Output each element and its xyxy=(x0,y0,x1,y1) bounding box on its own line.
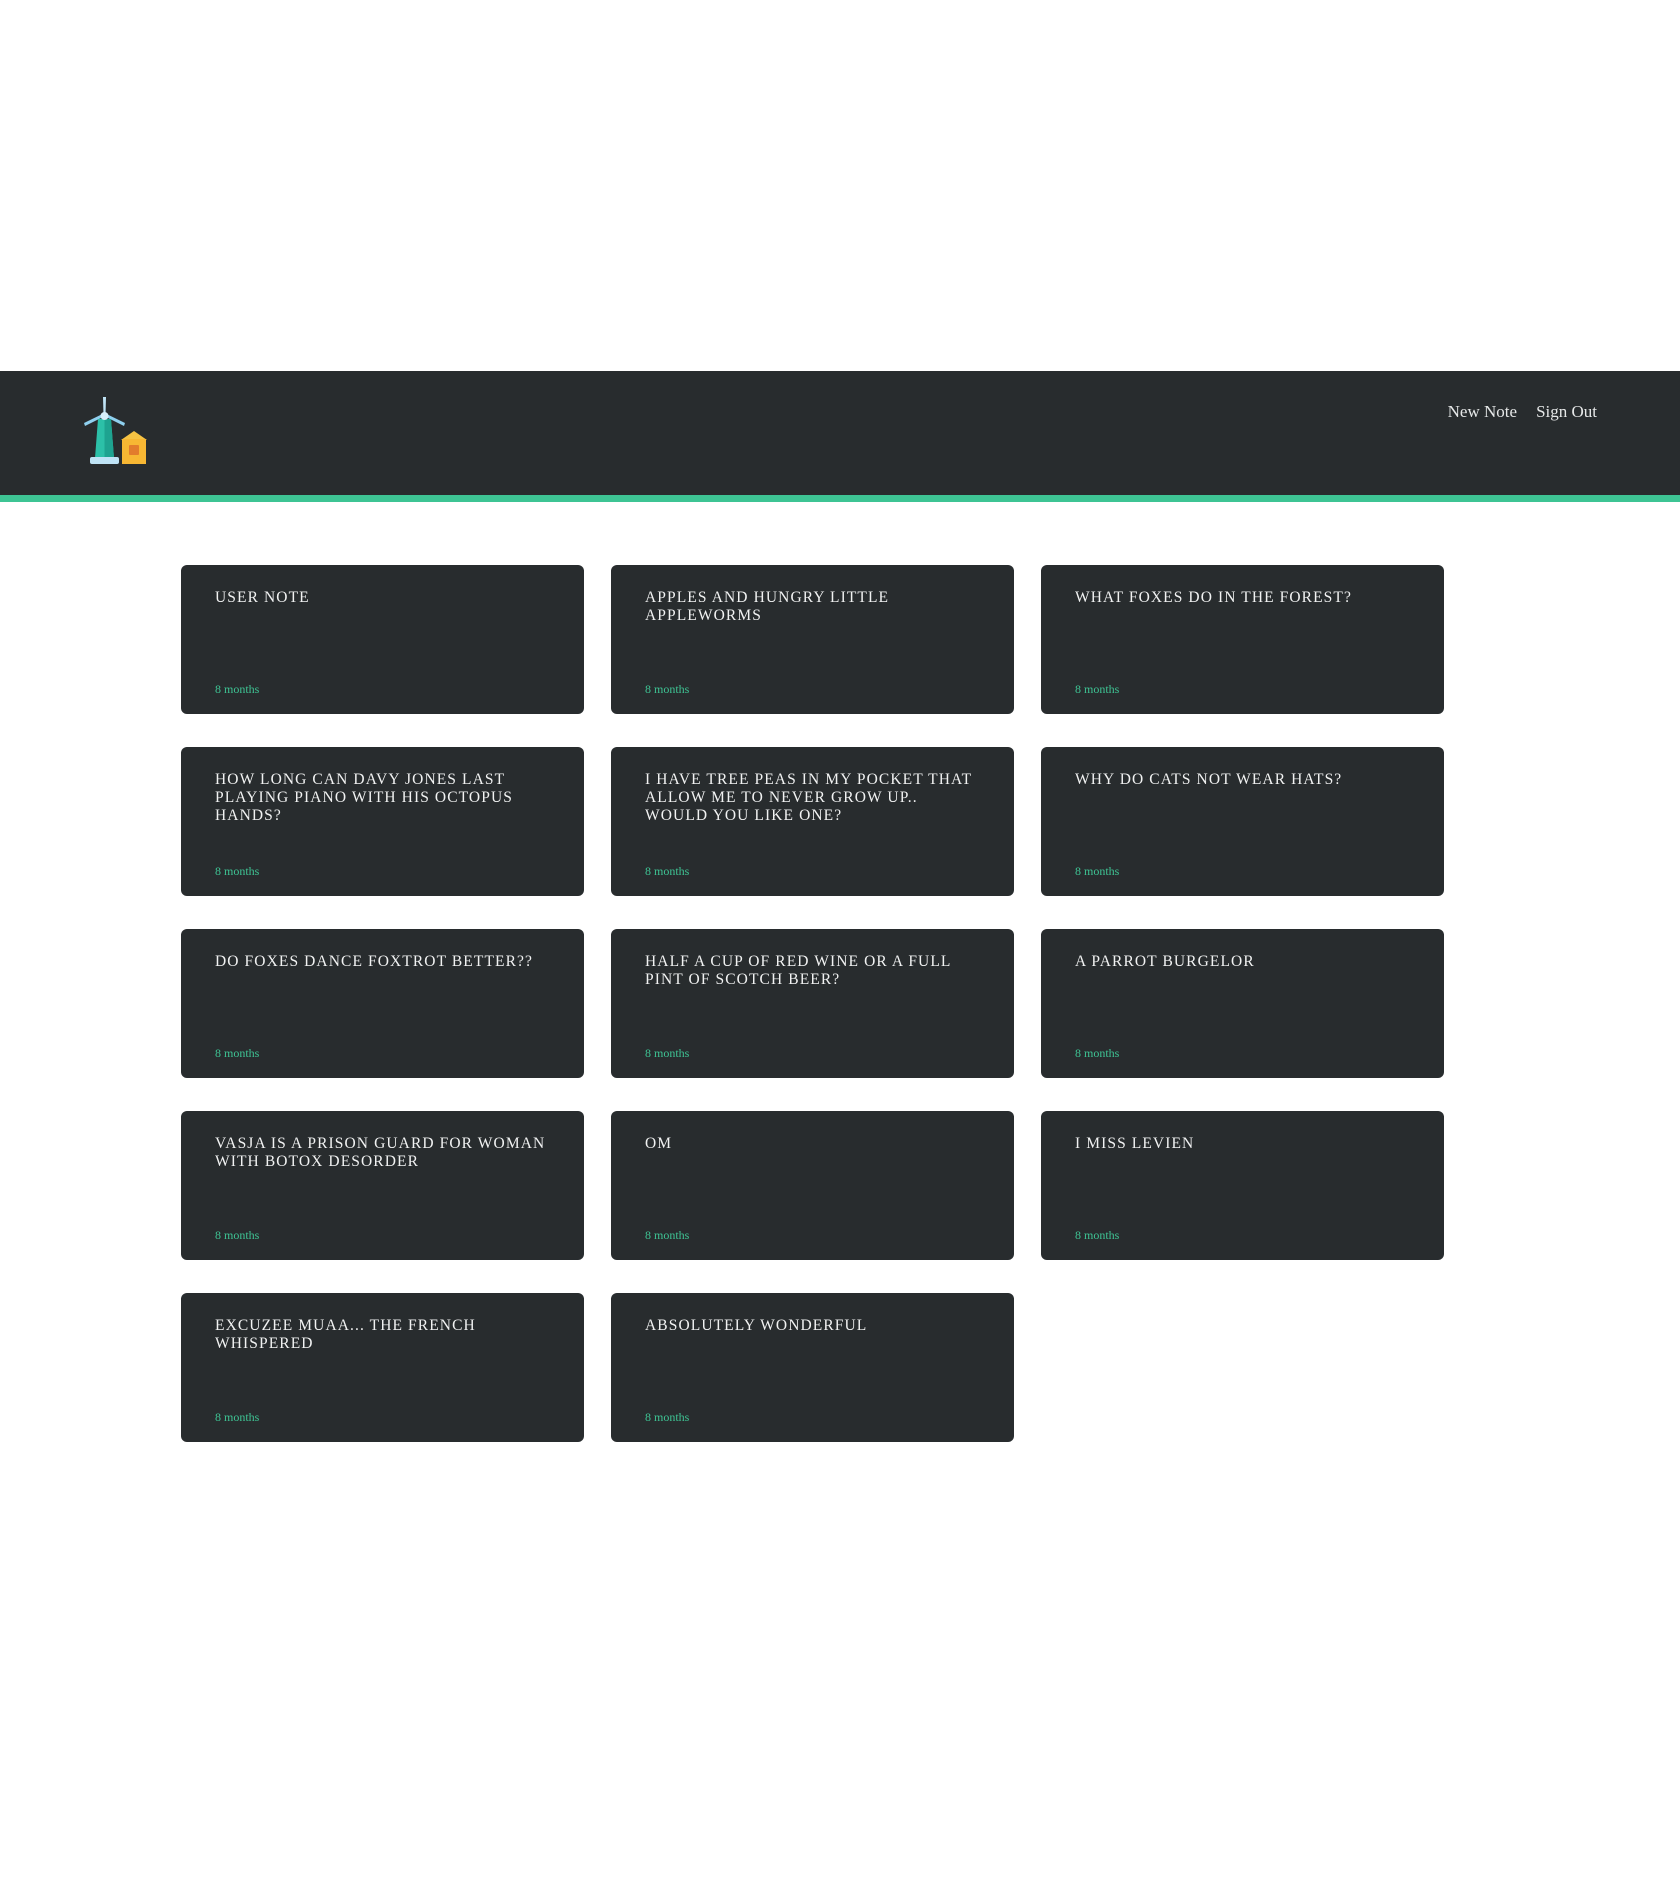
note-timestamp: 8 months xyxy=(1075,682,1120,696)
new-note-link[interactable]: New Note xyxy=(1448,402,1517,422)
note-card[interactable]: WHY DO CATS NOT WEAR HATS? 8 months xyxy=(1041,747,1444,896)
note-title: DO FOXES DANCE FOXTROT BETTER?? xyxy=(215,953,533,970)
note-card[interactable]: ABSOLUTELY WONDERFUL 8 months xyxy=(611,1293,1014,1442)
top-navbar: New Note Sign Out xyxy=(0,371,1680,502)
note-timestamp: 8 months xyxy=(215,1228,260,1242)
note-timestamp: 8 months xyxy=(1075,1228,1120,1242)
note-timestamp: 8 months xyxy=(645,1046,690,1060)
note-title: WHAT FOXES DO IN THE FOREST? xyxy=(1075,589,1352,606)
note-card[interactable]: USER NOTE 8 months xyxy=(181,565,584,714)
note-title: A PARROT BURGELOR xyxy=(1075,953,1255,970)
note-timestamp: 8 months xyxy=(215,1046,260,1060)
note-card[interactable]: EXCUZEE MUAA... THE FRENCH WHISPERED 8 m… xyxy=(181,1293,584,1442)
note-timestamp: 8 months xyxy=(1075,1046,1120,1060)
note-title: OM xyxy=(645,1135,673,1152)
note-card[interactable]: HALF A CUP OF RED WINE OR A FULL PINT OF… xyxy=(611,929,1014,1078)
note-card[interactable]: APPLES AND HUNGRY LITTLE APPLEWORMS 8 mo… xyxy=(611,565,1014,714)
note-title: I MISS LEVIEN xyxy=(1075,1135,1195,1152)
note-timestamp: 8 months xyxy=(645,864,690,878)
note-card[interactable]: WHAT FOXES DO IN THE FOREST? 8 months xyxy=(1041,565,1444,714)
note-timestamp: 8 months xyxy=(645,682,690,696)
note-timestamp: 8 months xyxy=(645,1228,690,1242)
header-nav: New Note Sign Out xyxy=(1448,402,1597,422)
note-card[interactable]: A PARROT BURGELOR 8 months xyxy=(1041,929,1444,1078)
note-card[interactable]: VASJA IS A PRISON GUARD FOR WOMAN WITH B… xyxy=(181,1111,584,1260)
note-timestamp: 8 months xyxy=(215,1410,260,1424)
windmill-house-icon[interactable] xyxy=(81,397,151,467)
note-timestamp: 8 months xyxy=(215,864,260,878)
note-title: APPLES AND HUNGRY LITTLE APPLEWORMS xyxy=(645,589,890,624)
note-title: EXCUZEE MUAA... THE FRENCH WHISPERED xyxy=(215,1317,476,1352)
note-card[interactable]: DO FOXES DANCE FOXTROT BETTER?? 8 months xyxy=(181,929,584,1078)
note-card[interactable]: I MISS LEVIEN 8 months xyxy=(1041,1111,1444,1260)
note-title: VASJA IS A PRISON GUARD FOR WOMAN WITH B… xyxy=(215,1135,546,1170)
note-timestamp: 8 months xyxy=(645,1410,690,1424)
page: New Note Sign Out USER NOTE 8 months APP… xyxy=(0,0,1680,1887)
note-card[interactable]: HOW LONG CAN DAVY JONES LAST PLAYING PIA… xyxy=(181,747,584,896)
note-title: USER NOTE xyxy=(215,589,310,606)
notes-grid: USER NOTE 8 months APPLES AND HUNGRY LIT… xyxy=(181,565,1445,1442)
note-timestamp: 8 months xyxy=(215,682,260,696)
note-timestamp: 8 months xyxy=(1075,864,1120,878)
note-card[interactable]: I HAVE TREE PEAS IN MY POCKET THAT ALLOW… xyxy=(611,747,1014,896)
note-title: I HAVE TREE PEAS IN MY POCKET THAT ALLOW… xyxy=(645,771,972,824)
note-title: HOW LONG CAN DAVY JONES LAST PLAYING PIA… xyxy=(215,771,513,824)
note-title: ABSOLUTELY WONDERFUL xyxy=(645,1317,868,1334)
note-card[interactable]: OM 8 months xyxy=(611,1111,1014,1260)
sign-out-link[interactable]: Sign Out xyxy=(1536,402,1597,422)
note-title: HALF A CUP OF RED WINE OR A FULL PINT OF… xyxy=(645,953,951,988)
note-title: WHY DO CATS NOT WEAR HATS? xyxy=(1075,771,1343,788)
